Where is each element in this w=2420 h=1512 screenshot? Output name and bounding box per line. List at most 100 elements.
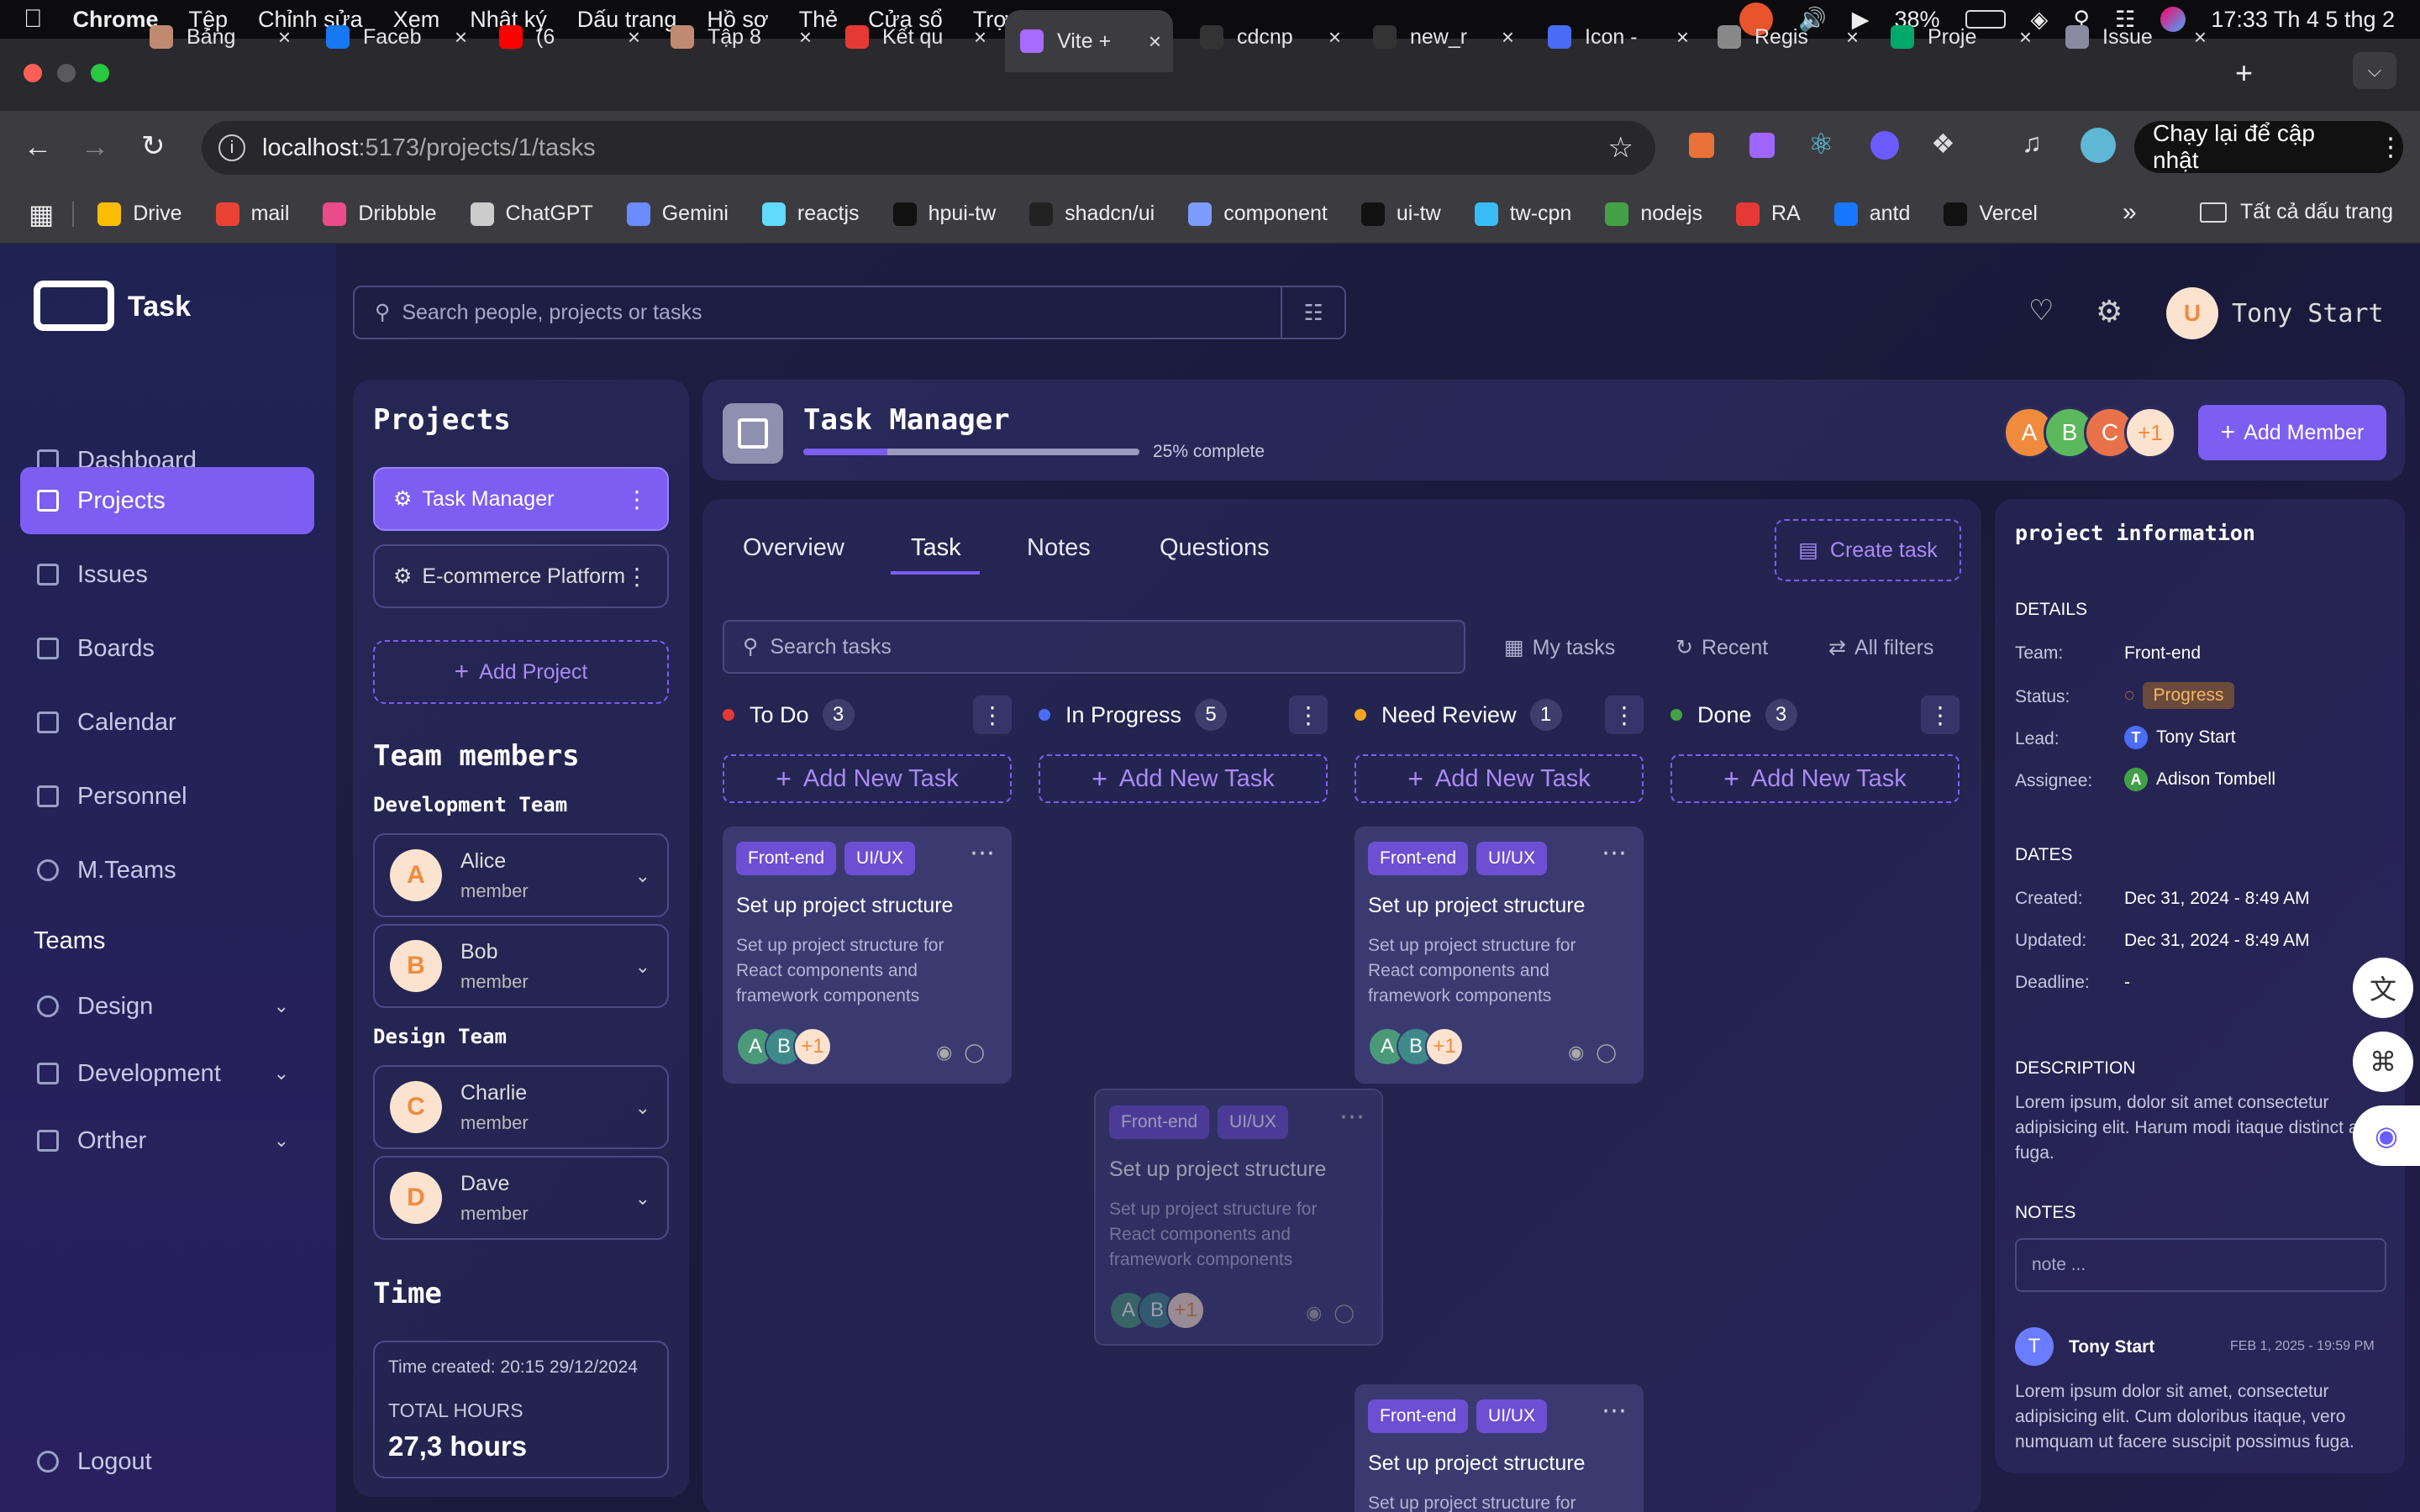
add-new-task-button[interactable]: + Add New Task	[723, 754, 1012, 803]
close-tab-icon[interactable]: ×	[1502, 24, 1514, 50]
more-vert-icon[interactable]: ⋮	[1921, 696, 1960, 734]
browser-tab[interactable]: Proje ×	[1876, 12, 2044, 62]
bookmark-item[interactable]: ChatGPT	[470, 202, 593, 226]
eye-icon[interactable]: ◉	[1568, 1042, 1596, 1063]
back-icon[interactable]: ←	[24, 131, 52, 164]
tab-search-icon[interactable]: ⌵	[2353, 52, 2396, 89]
close-tab-icon[interactable]: ×	[2194, 24, 2207, 50]
sidebar-item-personnel[interactable]: Personnel	[20, 763, 314, 830]
bookmark-item[interactable]: Vercel	[1944, 202, 2038, 226]
apple-icon[interactable]: 	[24, 5, 43, 34]
browser-tab[interactable]: cdcnp ×	[1185, 12, 1353, 62]
bookmark-item[interactable]: Dribbble	[323, 202, 437, 226]
extensions-puzzle-icon[interactable]: ❖	[1931, 128, 1955, 160]
global-search-input[interactable]: Search people, projects or tasks	[402, 301, 702, 325]
more-vert-icon[interactable]: ⋮	[1289, 696, 1328, 734]
site-info-icon[interactable]: i	[218, 134, 245, 161]
filter-recent[interactable]: ↻ Recent	[1676, 635, 1768, 660]
member-card[interactable]: B Bob member ⌄	[373, 924, 669, 1008]
tab-overview[interactable]: Overview	[743, 534, 844, 562]
sidebar-item-mteams[interactable]: M.Teams	[20, 837, 314, 904]
bookmark-item[interactable]: reactjs	[761, 202, 860, 226]
more-horizontal-icon[interactable]: ⋯	[1339, 1102, 1366, 1131]
brand-name[interactable]: Task	[128, 291, 191, 323]
filter-my-tasks[interactable]: ▦ My tasks	[1504, 635, 1615, 660]
close-tab-icon[interactable]: ×	[799, 24, 812, 50]
comment-icon[interactable]: ◯	[1596, 1042, 1628, 1063]
brand-logo-icon[interactable]	[34, 281, 114, 331]
task-card[interactable]: Front-end UI/UX ⋯ Set up project structur…	[1355, 827, 1644, 1084]
bookmark-item[interactable]: RA	[1736, 202, 1801, 226]
extension-robot-icon[interactable]	[1870, 131, 1899, 160]
gear-icon[interactable]: ⚙	[2096, 294, 2123, 329]
card-action-icons[interactable]: ◉◯	[1306, 1302, 1366, 1324]
close-tab-icon[interactable]: ×	[278, 24, 291, 50]
browser-tab[interactable]: Tập 8 ×	[655, 12, 823, 62]
add-new-task-button[interactable]: + Add New Task	[1670, 754, 1960, 803]
react-devtools-icon[interactable]: ⚛	[1808, 128, 1833, 161]
more-vert-icon[interactable]: ⋮	[973, 696, 1012, 734]
close-tab-icon[interactable]: ×	[1676, 24, 1689, 50]
filter-all[interactable]: ⇄ All filters	[1828, 635, 1933, 660]
new-tab-icon[interactable]: +	[2235, 55, 2253, 91]
sidebar-team-orther[interactable]: Orther ⌄	[20, 1107, 314, 1174]
more-vert-icon[interactable]: ⋮	[1605, 696, 1644, 734]
bookmark-item[interactable]: tw-cpn	[1474, 202, 1571, 226]
tab-notes[interactable]: Notes	[1027, 534, 1091, 562]
command-icon[interactable]: ⌘	[2353, 1032, 2413, 1092]
user-avatar[interactable]: U	[2166, 287, 2218, 339]
project-item-task-manager[interactable]: ⚙ Task Manager ⋮	[373, 467, 669, 531]
close-tab-icon[interactable]: ×	[1846, 24, 1859, 50]
add-new-task-button[interactable]: + Add New Task	[1355, 754, 1644, 803]
browser-tab[interactable]: new_r ×	[1358, 12, 1526, 62]
eye-icon[interactable]: ◉	[936, 1042, 964, 1063]
tab-task[interactable]: Task	[911, 534, 961, 562]
browser-tab[interactable]: (6 ×	[484, 12, 652, 62]
comment-icon[interactable]: ◯	[964, 1042, 997, 1063]
clock[interactable]: 17:33 Th 4 5 thg 2	[2211, 7, 2395, 33]
close-tab-icon[interactable]: ×	[974, 24, 986, 50]
task-card-dragging[interactable]: Front-end UI/UX ⋯ Set up project structur…	[1094, 1089, 1383, 1346]
minimize-window-icon[interactable]	[57, 64, 76, 82]
task-card[interactable]: Front-end UI/UX ⋯ Set up project structur…	[723, 827, 1012, 1084]
bookmark-star-icon[interactable]: ☆	[1608, 131, 1634, 165]
sidebar-item-issues[interactable]: Issues	[20, 541, 314, 608]
comment-icon[interactable]: ◯	[1334, 1302, 1366, 1323]
zoom-window-icon[interactable]	[91, 64, 109, 82]
close-tab-icon[interactable]: ×	[628, 24, 640, 50]
add-project-button[interactable]: + Add Project	[373, 640, 669, 704]
note-input[interactable]: note ...	[2015, 1238, 2386, 1292]
forward-icon[interactable]: →	[81, 131, 109, 164]
add-new-task-button[interactable]: + Add New Task	[1039, 754, 1328, 803]
sidebar-item-calendar[interactable]: Calendar	[20, 689, 314, 756]
browser-tab-active[interactable]: Vite + ×	[1005, 10, 1173, 72]
card-action-icons[interactable]: ◉◯	[1568, 1042, 1628, 1063]
member-card[interactable]: D Dave member ⌄	[373, 1156, 669, 1240]
close-tab-icon[interactable]: ×	[1149, 29, 1161, 55]
sidebar-item-boards[interactable]: Boards	[20, 615, 314, 682]
browser-tab[interactable]: Regis ×	[1702, 12, 1870, 62]
add-member-button[interactable]: + Add Member	[2198, 405, 2386, 460]
browser-tab[interactable]: Issue ×	[2050, 12, 2218, 62]
more-vert-icon[interactable]: ⋮	[625, 563, 649, 591]
sidebar-team-design[interactable]: Design ⌄	[20, 973, 314, 1040]
browser-tab[interactable]: Icon - ×	[1533, 12, 1701, 62]
member-avatar-stack[interactable]: A B C +1	[2003, 407, 2176, 459]
more-vert-icon[interactable]: ⋮	[625, 486, 649, 513]
more-horizontal-icon[interactable]: ⋯	[1602, 838, 1628, 868]
bookmark-item[interactable]: shadcn/ui	[1029, 202, 1155, 226]
eye-icon[interactable]: ◉	[1306, 1302, 1334, 1323]
bookmark-item[interactable]: Gemini	[626, 202, 729, 226]
task-search-input[interactable]: Search tasks	[770, 635, 892, 659]
member-card[interactable]: C Charlie member ⌄	[373, 1065, 669, 1149]
task-card[interactable]: Front-end UI/UX ⋯ Set up project structur…	[1355, 1384, 1644, 1512]
more-vert-icon[interactable]: ⋮	[2378, 133, 2403, 162]
bookmark-item[interactable]: ui-tw	[1360, 202, 1441, 226]
more-horizontal-icon[interactable]: ⋯	[970, 838, 997, 868]
user-name[interactable]: Tony Start	[2232, 299, 2384, 328]
close-window-icon[interactable]	[24, 64, 42, 82]
assistant-bot-icon[interactable]: ◉	[2353, 1105, 2420, 1166]
more-horizontal-icon[interactable]: ⋯	[1602, 1396, 1628, 1425]
project-item-ecommerce[interactable]: ⚙ E-commerce Platform ⋮	[373, 544, 669, 608]
chevron-down-icon[interactable]: ⌄	[635, 956, 650, 978]
